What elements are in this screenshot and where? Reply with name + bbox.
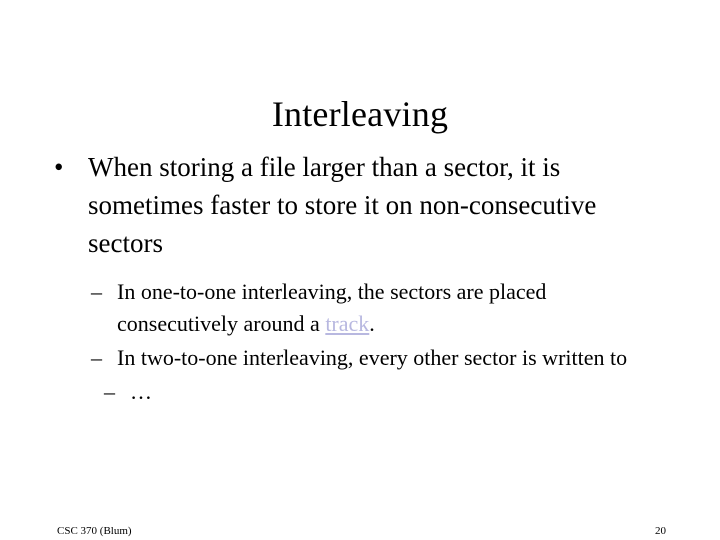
slide-body: • When storing a file larger than a sect…	[0, 148, 720, 410]
dash-marker-icon: –	[91, 279, 102, 304]
footer-course-label: CSC 370 (Blum)	[57, 525, 132, 537]
bullet-dot-icon: •	[54, 152, 64, 182]
sub-bullet-one-to-one: – In one-to-one interleaving, the sector…	[0, 276, 720, 340]
sub-bullet-one-to-one-text: In one-to-one interleaving, the sectors …	[117, 276, 660, 340]
dash-marker-icon: –	[104, 379, 115, 404]
slide: Interleaving • When storing a file large…	[0, 0, 720, 540]
sub-bullet-two-to-one: – In two-to-one interleaving, every othe…	[0, 342, 720, 374]
dash-marker-icon: –	[91, 345, 102, 370]
sub-bullet-two-to-one-text: In two-to-one interleaving, every other …	[117, 345, 628, 370]
sub-bullet-list: – In one-to-one interleaving, the sector…	[0, 276, 720, 408]
page-title: Interleaving	[271, 94, 449, 135]
bullet-level1: • When storing a file larger than a sect…	[0, 148, 720, 262]
bullet-level1-text: When storing a file larger than a sector…	[88, 152, 597, 258]
footer-page-number: 20	[655, 525, 666, 537]
slide-footer: CSC 370 (Blum) 20	[0, 484, 720, 540]
sub-bullet-ellipsis: – …	[0, 376, 720, 408]
sub-bullet-text-after-link: .	[369, 311, 375, 336]
track-link[interactable]: track	[325, 311, 369, 336]
sub-bullet-ellipsis-text: …	[130, 379, 152, 404]
